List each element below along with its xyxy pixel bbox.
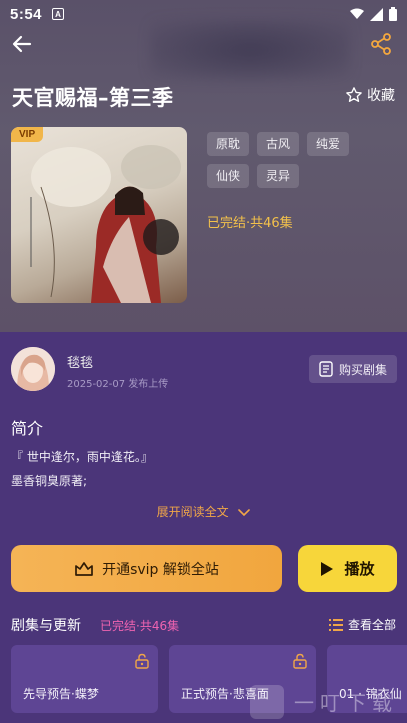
lock-icon (293, 653, 307, 669)
play-icon (321, 561, 334, 576)
open-svip-label: 开通svip 解锁全站 (102, 561, 219, 578)
episode-label: 先导预告·蝶梦 (23, 687, 99, 701)
play-label: 播放 (344, 560, 375, 578)
star-icon (346, 87, 362, 102)
watermark-logo (250, 684, 284, 719)
signal-icon (370, 7, 383, 21)
document-icon (319, 361, 333, 377)
wifi-icon (350, 8, 364, 19)
see-all-label: 查看全部 (347, 618, 396, 632)
see-all-button[interactable]: 查看全部 (328, 616, 396, 633)
upload-date: 2025-02-07 发布上传 (67, 379, 169, 390)
buy-episodes-button[interactable]: 购买剧集 (308, 355, 397, 383)
expand-label: 展开阅读全文 (156, 505, 229, 519)
cover-image[interactable]: VIP (11, 127, 187, 303)
tag[interactable]: 灵异 (257, 164, 300, 188)
vip-badge: VIP (11, 127, 44, 142)
tag-list: 原耽 古风 纯爱 仙侠 灵异 (207, 132, 397, 188)
watermark-text: 一叮下载 (294, 691, 398, 715)
open-svip-button[interactable]: 开通svip 解锁全站 (11, 545, 282, 592)
episode-card[interactable]: 先导预告·蝶梦 (11, 645, 158, 713)
watermark: 一叮下载 (250, 680, 407, 723)
episodes-heading: 剧集与更新 (11, 618, 81, 634)
play-button[interactable]: 播放 (298, 545, 397, 592)
favorite-label: 收藏 (367, 88, 395, 104)
intro-text-line: 『 世中逢尔，雨中逢花。』 (11, 450, 153, 464)
arrow-left-icon[interactable] (10, 32, 34, 56)
page-title: 天官赐福–第三季 (12, 86, 174, 110)
crown-icon (75, 561, 93, 576)
favorite-button[interactable]: 收藏 (345, 85, 395, 105)
status-time: 5:54 (10, 5, 43, 23)
intro-heading: 简介 (11, 419, 44, 438)
lock-icon (135, 653, 149, 669)
uploader-name[interactable]: 毯毯 (67, 352, 93, 371)
completion-status: 已完结·共46集 (207, 216, 293, 231)
status-icons (350, 7, 397, 21)
list-icon (328, 618, 343, 631)
chevron-down-icon (238, 508, 251, 516)
top-bar (0, 30, 407, 60)
tag[interactable]: 古风 (257, 132, 300, 156)
cover-art (30, 145, 181, 303)
intro-text-line: 墨香铜臭原著; (11, 474, 88, 488)
episodes-status: 已完结·共46集 (100, 619, 180, 633)
buy-episodes-label: 购买剧集 (338, 362, 387, 377)
avatar-image (11, 347, 55, 391)
expand-full-text-link[interactable]: 展开阅读全文 (0, 503, 407, 520)
avatar[interactable] (11, 347, 55, 391)
share-icon[interactable] (369, 32, 393, 56)
notification-icon: A (52, 8, 65, 20)
battery-icon (389, 7, 397, 21)
tag[interactable]: 纯爱 (307, 132, 350, 156)
tag[interactable]: 仙侠 (207, 164, 250, 188)
status-bar: 5:54 A (0, 0, 407, 28)
tag[interactable]: 原耽 (207, 132, 250, 156)
